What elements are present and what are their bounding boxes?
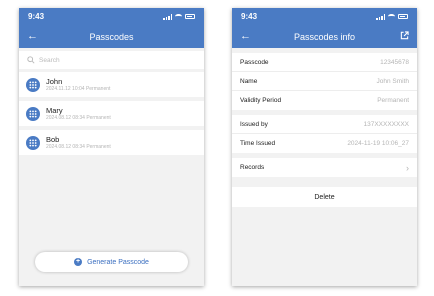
- search-icon: [27, 56, 35, 64]
- keypad-icon: [26, 77, 40, 92]
- wifi-icon: [388, 14, 395, 19]
- back-arrow-icon[interactable]: ←: [27, 30, 38, 42]
- passcodes-screen: 9:43 ← Passcodes Search John 2024.11.12 …: [19, 8, 204, 286]
- passcode-row: Passcode 12345678: [232, 53, 417, 72]
- records-row[interactable]: Records ›: [232, 158, 417, 177]
- status-time: 9:43: [241, 12, 258, 21]
- row-label: Name: [240, 77, 258, 85]
- delete-label: Delete: [314, 193, 335, 201]
- issued-by-row: Issued by 137XXXXXXXX: [232, 115, 417, 134]
- passcode-info-screen: 9:43 ← Passcodes info Passcode 12345678 …: [232, 8, 417, 286]
- page-title: Passcodes info: [293, 31, 356, 42]
- passcode-name: John: [46, 76, 63, 86]
- passcode-item[interactable]: Mary 2024.08.12 08:34 Permanent: [19, 101, 204, 126]
- row-value: 137XXXXXXXX: [363, 120, 409, 128]
- nav-bar: ← Passcodes info: [232, 25, 417, 48]
- share-icon[interactable]: [400, 31, 409, 40]
- plus-icon: +: [74, 258, 83, 266]
- signal-icon: [376, 13, 385, 20]
- battery-icon: [185, 14, 195, 19]
- passcode-item[interactable]: John 2024.11.12 10:04 Permanent: [19, 72, 204, 97]
- passcode-details-group: Passcode 12345678 Name John Smith Validi…: [232, 53, 417, 110]
- row-label: Validity Period: [240, 97, 282, 104]
- passcode-meta: 2024.11.12 10:04 Permanent: [46, 85, 111, 92]
- battery-icon: [398, 14, 408, 19]
- status-time: 9:43: [28, 12, 45, 21]
- generate-passcode-label: Generate Passcode: [87, 258, 149, 266]
- row-value: John Smith: [376, 77, 409, 85]
- passcode-meta: 2024.08.12 08:34 Permanent: [46, 114, 111, 121]
- passcode-name: Bob: [46, 134, 60, 144]
- row-value: 12345678: [380, 58, 409, 66]
- records-label: Records: [240, 164, 265, 171]
- time-issued-row: Time Issued 2024-11-19 10:06_27: [232, 134, 417, 153]
- row-label: Issued by: [240, 120, 268, 128]
- search-placeholder: Search: [39, 56, 60, 64]
- generate-passcode-button[interactable]: + Generate Passcode: [35, 252, 188, 272]
- search-input[interactable]: Search: [19, 51, 204, 69]
- row-label: Passcode: [240, 58, 269, 66]
- validity-period-row: Validity Period Permanent: [232, 91, 417, 110]
- passcode-name: Mary: [46, 105, 63, 115]
- nav-bar: ← Passcodes: [19, 25, 204, 48]
- issue-details-group: Issued by 137XXXXXXXX Time Issued 2024-1…: [232, 115, 417, 153]
- page-title: Passcodes: [89, 31, 134, 42]
- row-value: 2024-11-19 10:06_27: [347, 140, 409, 147]
- keypad-icon: [26, 106, 40, 121]
- status-bar: 9:43: [19, 8, 204, 25]
- status-bar: 9:43: [232, 8, 417, 25]
- passcode-meta: 2024.08.12 08:34 Permanent: [46, 143, 111, 150]
- wifi-icon: [175, 14, 182, 19]
- delete-button[interactable]: Delete: [232, 187, 417, 207]
- row-value: Permanent: [377, 97, 409, 104]
- back-arrow-icon[interactable]: ←: [240, 30, 251, 42]
- name-row: Name John Smith: [232, 72, 417, 91]
- records-group: Records ›: [232, 158, 417, 177]
- keypad-icon: [26, 135, 40, 150]
- chevron-right-icon: ›: [406, 162, 409, 173]
- passcode-item[interactable]: Bob 2024.08.12 08:34 Permanent: [19, 130, 204, 155]
- signal-icon: [163, 13, 172, 20]
- row-label: Time Issued: [240, 140, 276, 147]
